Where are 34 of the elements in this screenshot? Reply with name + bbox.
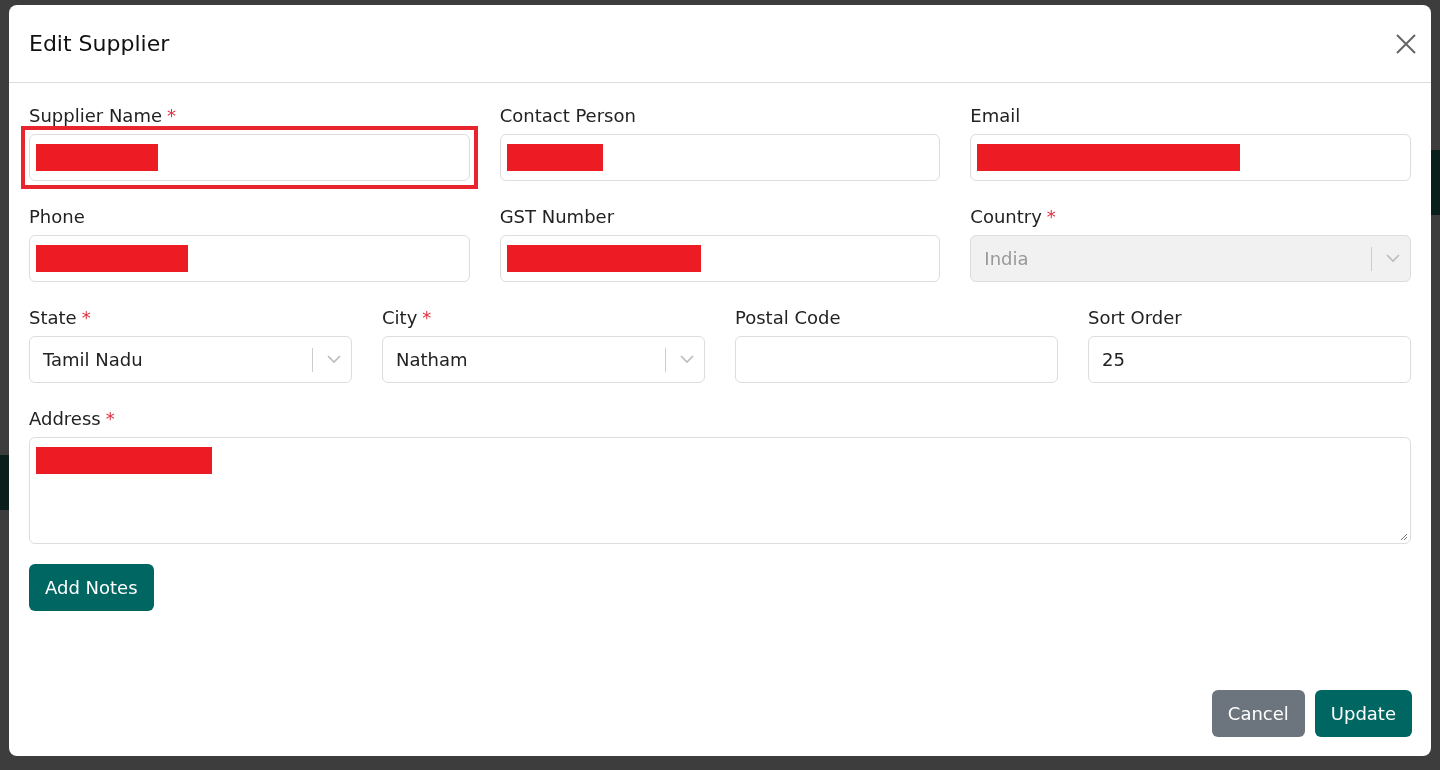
field-label: Country [970, 206, 1042, 227]
required-mark: * [1046, 206, 1056, 227]
field-label: Phone [29, 206, 85, 227]
field-label: City [382, 307, 418, 328]
field-label: Postal Code [735, 307, 841, 328]
field-label: Contact Person [499, 105, 636, 126]
chevron-down-icon [1386, 254, 1400, 263]
field-label: Sort Order [1088, 307, 1182, 328]
required-mark: * [81, 307, 91, 328]
input-field[interactable] [735, 336, 1058, 383]
input-field[interactable]: 25 [1088, 336, 1411, 383]
update-button[interactable]: Update [1314, 690, 1412, 737]
field-label: Address [29, 408, 101, 429]
cancel-button[interactable]: Cancel [1211, 690, 1305, 737]
required-mark: * [105, 408, 115, 429]
input-field[interactable] [499, 235, 941, 282]
field-label: Email [970, 105, 1021, 126]
address-field[interactable] [29, 437, 1411, 544]
field-label: Supplier Name [29, 105, 162, 126]
chevron-down-icon [680, 355, 694, 364]
input-field[interactable] [29, 235, 470, 282]
input-field[interactable] [29, 134, 470, 181]
dialog-title: Edit Supplier [29, 31, 170, 56]
select-field[interactable]: Tamil Nadu [29, 336, 352, 383]
select-field[interactable]: Natham [382, 336, 705, 383]
field-label: GST Number [499, 206, 615, 227]
required-mark: * [167, 105, 176, 126]
add-notes-button[interactable]: Add Notes [29, 564, 154, 611]
field-label: State [29, 307, 77, 328]
chevron-down-icon [327, 355, 341, 364]
input-field[interactable] [499, 134, 941, 181]
input-field[interactable] [970, 134, 1411, 181]
resize-handle-icon [1400, 533, 1408, 541]
required-mark: * [422, 307, 432, 328]
